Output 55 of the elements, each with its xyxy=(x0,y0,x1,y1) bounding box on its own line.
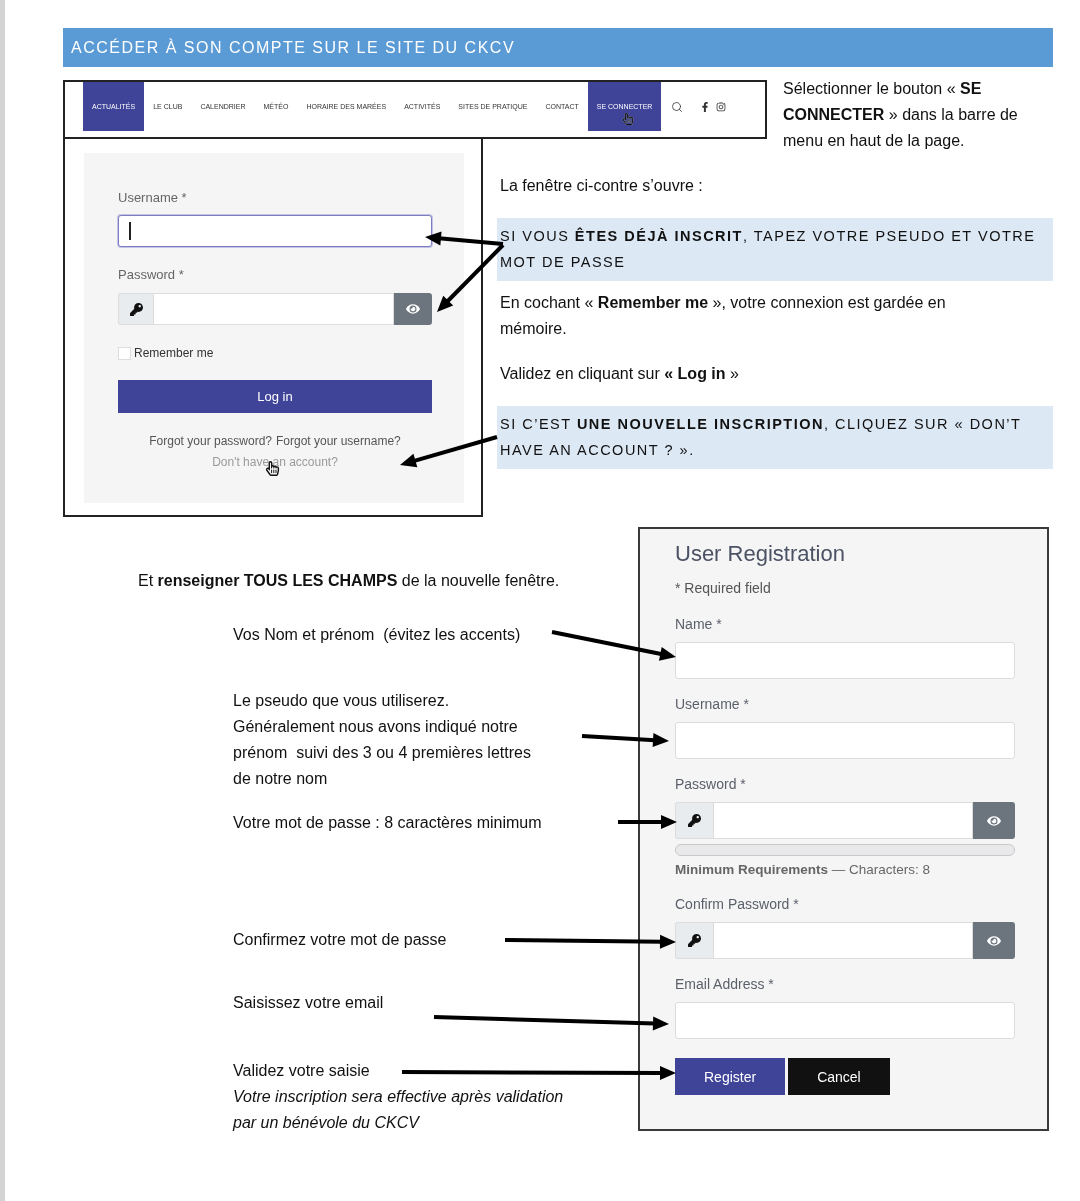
annotation-text: Le pseudo que vous utiliserez. xyxy=(233,691,450,711)
hand-cursor-icon xyxy=(621,113,634,125)
eye-icon xyxy=(987,813,1001,828)
requirements-text: Minimum Requirements — Characters: 8 xyxy=(675,861,931,879)
section-heading: ACCÉDER À SON COMPTE SUR LE SITE DU CKCV xyxy=(63,28,1053,67)
instruction-text: La fenêtre ci-contre s’ouvre : xyxy=(499,176,704,196)
help-link[interactable]: Forgot your password? xyxy=(149,431,272,452)
annotation-text: Votre mot de passe : 8 caractères minimum xyxy=(233,813,542,833)
show-password-button[interactable] xyxy=(394,293,432,325)
highlighted-instruction: SI VOUS ÊTES DÉJÀ INSCRIT, TAPEZ VOTRE PSEUDO ET VOTRE MOT DE PASSE xyxy=(497,218,1053,281)
show-password-button[interactable] xyxy=(973,802,1015,839)
field-label: Name * xyxy=(675,615,722,633)
annotation-text: Vos Nom et prénom (évitez les accents) xyxy=(233,625,521,645)
annotation-text: Généralement nous avons indiqué notre prénom suivi des 3 ou 4 premières lettres de notre nom xyxy=(233,717,532,789)
password-input[interactable] xyxy=(153,293,394,325)
text-input[interactable] xyxy=(675,1002,1015,1039)
text-caret-icon xyxy=(129,222,131,240)
field-label: Password * xyxy=(675,775,746,793)
show-password-button[interactable] xyxy=(973,922,1015,959)
username-input[interactable] xyxy=(118,215,432,247)
eye-icon xyxy=(406,302,420,316)
checkbox-label: Remember me xyxy=(134,346,214,360)
instagram-icon[interactable] xyxy=(716,101,727,112)
field-label: Password * xyxy=(118,266,185,284)
cancel-button[interactable]: Cancel xyxy=(788,1058,890,1095)
facebook-icon[interactable] xyxy=(700,101,711,112)
text-input[interactable] xyxy=(675,722,1015,759)
eye-icon xyxy=(987,933,1001,948)
highlighted-instruction: SI C’EST UNE NOUVELLE INSCRIPTION, CLIQUEZ SUR « DON’T HAVE AN ACCOUNT ? ». xyxy=(497,406,1053,469)
form-title: User Registration xyxy=(675,540,845,568)
text-input[interactable] xyxy=(675,642,1015,679)
checkbox[interactable] xyxy=(118,346,131,360)
register-button[interactable]: Register xyxy=(675,1058,786,1095)
instruction-text: Sélectionner le bouton « SE CONNECTER » dans la barre de menu en haut de la page. xyxy=(783,79,1019,151)
search-icon[interactable] xyxy=(671,100,684,113)
help-link[interactable]: Forgot your username? xyxy=(276,431,401,452)
field-label: Username * xyxy=(675,695,749,713)
password-input[interactable] xyxy=(713,922,973,959)
annotation-text: Confirmez votre mot de passe xyxy=(233,930,447,950)
login-button[interactable]: Log in xyxy=(118,380,432,413)
password-input[interactable] xyxy=(713,802,973,839)
annotation-text: Saisissez votre email xyxy=(233,993,384,1013)
required-note: * Required field xyxy=(675,579,771,598)
key-icon xyxy=(675,802,713,839)
key-icon xyxy=(675,922,713,959)
key-icon xyxy=(118,293,153,325)
field-label: Email Address * xyxy=(675,975,774,993)
arrow xyxy=(618,815,677,829)
field-label: Username * xyxy=(118,189,188,207)
field-label: Confirm Password * xyxy=(675,895,799,913)
remark-text: Votre inscription sera effective après validation par un bénévole du CKCV xyxy=(233,1087,565,1133)
instruction-text: Et renseigner TOUS LES CHAMPS de la nouvelle fenêtre. xyxy=(138,571,560,591)
instruction-text: Validez en cliquant sur « Log in » xyxy=(499,364,740,384)
instruction-text: En cochant « Remember me », votre connexion est gardée en mémoire. xyxy=(499,293,947,339)
annotation-text: Validez votre saisie xyxy=(233,1061,370,1081)
